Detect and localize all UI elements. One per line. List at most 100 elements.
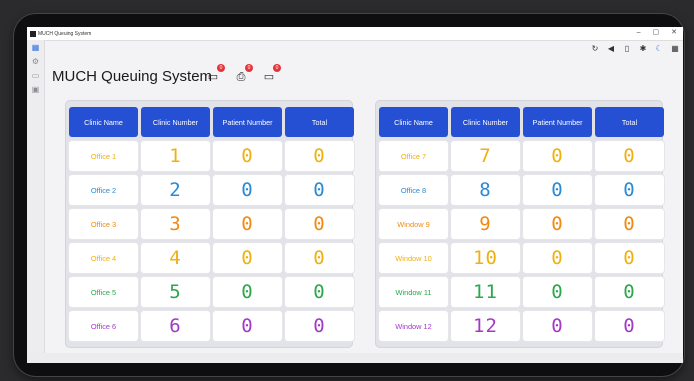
clinic-name-cell: Office 4	[69, 243, 138, 273]
settings-icon[interactable]: ⚙	[31, 57, 40, 66]
app-window: MUCH Queuing System – ▢ ✕ ▦ ⚙ ▭ ▣ ↻ ◀ ▯ …	[27, 27, 683, 363]
clinic-name-cell: Office 7	[379, 141, 448, 171]
patient-number-cell: 0	[523, 141, 592, 171]
total-cell-value: 0	[313, 315, 326, 337]
total-cell: 0	[595, 175, 664, 205]
clinic-number-cell-value: 9	[479, 213, 492, 235]
clinic-name-cell-value: Office 4	[90, 253, 117, 263]
patient-number-cell-value: 0	[241, 145, 254, 167]
minimize-button[interactable]: –	[637, 29, 641, 37]
header-clinic-name: Clinic Name	[69, 107, 138, 137]
notification-badge: 0	[273, 64, 281, 72]
patient-number-cell: 0	[523, 277, 592, 307]
clinic-name-cell: Window 10	[379, 243, 448, 273]
clinic-number-cell-value: 4	[169, 247, 182, 269]
clinic-number-cell: 12	[451, 311, 520, 341]
page-title: MUCH Queuing System	[52, 68, 213, 85]
refresh-icon[interactable]: ↻	[591, 44, 599, 53]
table-grid: Clinic Name Clinic Number Patient Number…	[69, 107, 354, 341]
clinic-number-cell-value: 10	[473, 247, 498, 269]
clinic-name-cell-value: Office 7	[400, 151, 427, 161]
clinic-number-cell: 7	[451, 141, 520, 171]
patient-number-cell: 0	[213, 175, 282, 205]
title-toolbar: ▭ 0 ⎙ 0 ▭ 0	[207, 64, 281, 83]
clinic-name-cell-value: Window 10	[395, 253, 432, 263]
notification-badge: 0	[245, 64, 253, 72]
clinic-name-cell: Window 9	[379, 209, 448, 239]
monitor-icon[interactable]: ▭ 0	[207, 64, 225, 83]
total-cell: 0	[595, 243, 664, 273]
header-total: Total	[595, 107, 664, 137]
clinic-number-cell: 5	[141, 277, 210, 307]
header-clinic-number: Clinic Number	[451, 107, 520, 137]
clinic-name-cell: Window 11	[379, 277, 448, 307]
patient-number-cell-value: 0	[551, 247, 564, 269]
total-cell-value: 0	[623, 213, 636, 235]
card-icon[interactable]: ▣	[31, 85, 40, 94]
clinic-number-cell-value: 8	[479, 179, 492, 201]
patient-number-cell: 0	[213, 277, 282, 307]
clinic-name-cell: Office 6	[69, 311, 138, 341]
patient-number-cell: 0	[523, 175, 592, 205]
clinic-number-cell: 6	[141, 311, 210, 341]
window-controls: – ▢ ✕	[637, 29, 677, 37]
clinic-name-cell-value: Office 3	[90, 219, 117, 229]
total-cell-value: 0	[313, 145, 326, 167]
maximize-button[interactable]: ▢	[653, 29, 660, 37]
total-cell: 0	[285, 175, 354, 205]
total-cell: 0	[285, 277, 354, 307]
total-cell-value: 0	[313, 213, 326, 235]
clinic-number-cell-value: 3	[169, 213, 182, 235]
moon-icon[interactable]: ☾	[655, 44, 663, 53]
printer-icon[interactable]: ⎙ 0	[235, 64, 253, 83]
clinic-number-cell: 4	[141, 243, 210, 273]
total-cell-value: 0	[313, 281, 326, 303]
close-button[interactable]: ✕	[671, 29, 677, 37]
patient-number-cell-value: 0	[241, 315, 254, 337]
clinic-name-cell: Office 5	[69, 277, 138, 307]
patient-number-cell-value: 0	[241, 247, 254, 269]
clinic-name-cell-value: Office 1	[90, 151, 117, 161]
clinic-number-cell-value: 7	[479, 145, 492, 167]
phone-icon[interactable]: ▯	[623, 44, 631, 53]
top-right-toolbar: ↻ ◀ ▯ ✱ ☾ ▦	[591, 44, 679, 53]
clinic-number-cell-value: 12	[473, 315, 498, 337]
clinic-number-cell: 2	[141, 175, 210, 205]
patient-number-cell-value: 0	[551, 179, 564, 201]
patient-number-cell-value: 0	[551, 281, 564, 303]
accessibility-icon[interactable]: ✱	[639, 44, 647, 53]
total-cell: 0	[285, 243, 354, 273]
patient-number-cell: 0	[523, 243, 592, 273]
total-cell: 0	[595, 311, 664, 341]
total-cell-value: 0	[313, 247, 326, 269]
total-cell: 0	[285, 311, 354, 341]
clinic-number-cell: 8	[451, 175, 520, 205]
clinic-name-cell-value: Window 9	[397, 219, 430, 229]
total-cell-value: 0	[623, 315, 636, 337]
total-cell-value: 0	[623, 247, 636, 269]
window-title: MUCH Queuing System	[38, 30, 92, 37]
table-grid: Clinic Name Clinic Number Patient Number…	[379, 107, 664, 341]
total-cell: 0	[595, 209, 664, 239]
dashboard-icon[interactable]: ▦	[31, 43, 40, 52]
clinic-name-cell-value: Window 11	[395, 287, 432, 297]
volume-icon[interactable]: ◀	[607, 44, 615, 53]
header-clinic-number: Clinic Number	[141, 107, 210, 137]
patient-number-cell-value: 0	[241, 213, 254, 235]
clinic-name-cell: Office 3	[69, 209, 138, 239]
clinic-number-cell: 11	[451, 277, 520, 307]
total-cell-value: 0	[623, 281, 636, 303]
display-icon[interactable]: ▭ 0	[263, 64, 281, 83]
patient-number-cell: 0	[523, 209, 592, 239]
clinic-number-cell-value: 5	[169, 281, 182, 303]
grid-icon[interactable]: ▦	[671, 44, 679, 53]
total-cell-value: 0	[623, 179, 636, 201]
monitor-icon[interactable]: ▭	[31, 71, 40, 80]
clinic-number-cell-value: 6	[169, 315, 182, 337]
clinic-name-cell-value: Window 12	[395, 321, 432, 331]
clinic-number-cell-value: 11	[473, 281, 498, 303]
app-icon	[30, 30, 36, 37]
total-cell-value: 0	[623, 145, 636, 167]
clinic-name-cell-value: Office 6	[90, 321, 117, 331]
total-cell: 0	[595, 141, 664, 171]
